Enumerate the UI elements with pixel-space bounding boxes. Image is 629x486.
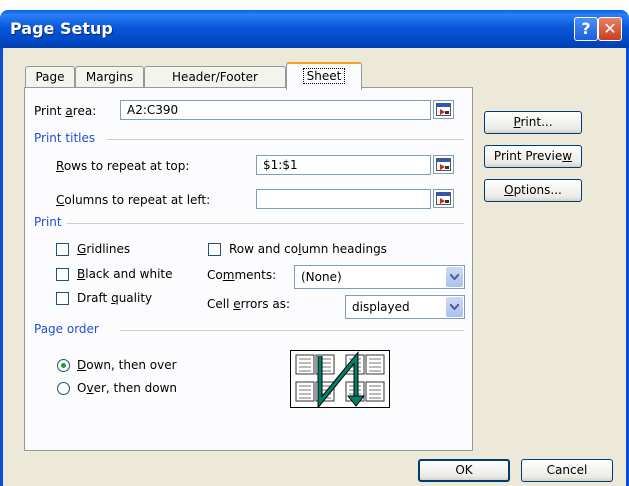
dialog-title: Page Setup — [10, 19, 113, 38]
chevron-down-icon[interactable] — [446, 267, 463, 287]
ok-button[interactable]: OK — [418, 459, 510, 482]
tab-page[interactable]: Page — [25, 66, 75, 88]
gridlines-label[interactable]: Gridlines — [77, 242, 130, 256]
tab-header-footer[interactable]: Header/Footer — [144, 66, 286, 88]
comments-select[interactable]: (None) — [294, 265, 465, 289]
page-setup-dialog: Page Setup ? ✕ Page Margins Header/Foote… — [0, 10, 629, 486]
close-button[interactable]: ✕ — [598, 17, 622, 41]
print-button[interactable]: Print... — [484, 111, 582, 134]
down-then-over-label[interactable]: Down, then over — [77, 358, 177, 372]
print-area-input[interactable]: A2:C390 — [120, 100, 431, 120]
tab-sheet-label: Sheet — [302, 68, 346, 84]
draft-quality-label[interactable]: Draft quality — [77, 291, 152, 305]
row-column-headings-label[interactable]: Row and column headings — [229, 242, 387, 256]
title-bar[interactable]: Page Setup ? ✕ — [0, 10, 629, 48]
page-order-preview-icon — [290, 350, 390, 408]
cancel-button[interactable]: Cancel — [521, 459, 613, 482]
print-titles-heading: Print titles — [34, 131, 96, 145]
chevron-down-icon[interactable] — [446, 297, 463, 317]
rows-to-repeat-label: Rows to repeat at top: — [56, 159, 190, 173]
cell-errors-select[interactable]: displayed — [345, 295, 465, 319]
range-selector-icon — [436, 158, 451, 171]
black-and-white-label[interactable]: Black and white — [77, 267, 173, 281]
print-divider — [67, 223, 464, 224]
over-then-down-radio[interactable] — [57, 382, 70, 395]
page-order-heading: Page order — [34, 322, 99, 336]
draft-quality-checkbox[interactable] — [56, 292, 69, 305]
tab-margins[interactable]: Margins — [75, 66, 144, 88]
rows-to-repeat-input[interactable]: $1:$1 — [256, 155, 431, 175]
page-order-divider — [120, 330, 464, 331]
columns-to-repeat-input[interactable] — [256, 189, 431, 209]
dialog-body: Page Margins Header/Footer Sheet Print a… — [0, 48, 629, 486]
columns-to-repeat-label: Columns to repeat at left: — [56, 193, 211, 207]
row-column-headings-checkbox[interactable] — [208, 243, 221, 256]
sheet-tab-panel: Print area: A2:C390 Print titles Rows to… — [24, 87, 473, 451]
range-selector-icon — [436, 192, 451, 205]
cell-errors-select-value: displayed — [352, 300, 410, 314]
help-button[interactable]: ? — [574, 17, 598, 41]
print-preview-button[interactable]: Print Preview — [484, 145, 582, 168]
comments-select-value: (None) — [301, 270, 342, 284]
gridlines-checkbox[interactable] — [56, 243, 69, 256]
print-titles-divider — [107, 139, 464, 140]
comments-label: Comments: — [207, 268, 277, 282]
tab-sheet[interactable]: Sheet — [286, 62, 362, 90]
options-button[interactable]: Options... — [484, 179, 582, 202]
black-and-white-checkbox[interactable] — [56, 268, 69, 281]
print-area-collapse-button[interactable] — [433, 100, 454, 119]
range-selector-icon — [436, 103, 451, 116]
cell-errors-label: Cell errors as: — [207, 297, 291, 311]
print-heading: Print — [34, 215, 62, 229]
columns-collapse-button[interactable] — [433, 189, 454, 208]
down-then-over-radio[interactable] — [57, 359, 70, 372]
rows-collapse-button[interactable] — [433, 155, 454, 174]
over-then-down-label[interactable]: Over, then down — [77, 381, 177, 395]
print-area-label: Print area: — [34, 104, 97, 118]
